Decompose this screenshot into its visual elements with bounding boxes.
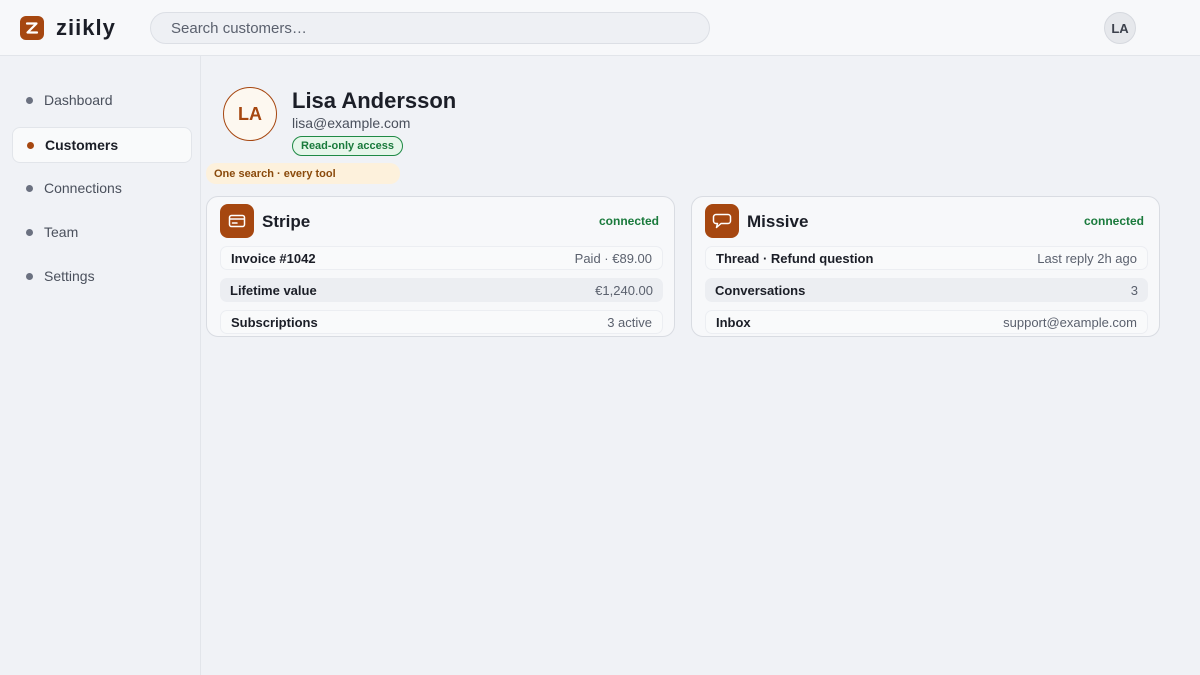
row-value: 3 <box>1130 282 1138 298</box>
row-label: Thread · Refund question <box>716 250 874 266</box>
row-label: Subscriptions <box>231 314 318 330</box>
row-label: Invoice #1042 <box>231 250 316 266</box>
row-label: Inbox <box>716 314 751 330</box>
sidebar-item-label: Dashboard <box>44 92 113 108</box>
bullet-icon <box>26 184 33 192</box>
sidebar-item-label: Customers <box>45 137 119 153</box>
logo-icon[interactable] <box>20 16 44 40</box>
customer-email: lisa@example.com <box>292 115 411 131</box>
bullet-icon <box>26 96 33 104</box>
card-row[interactable]: Subscriptions 3 active <box>220 310 663 334</box>
sidebar: Dashboard Customers Connections Team Set… <box>0 56 201 675</box>
access-badge: Read-only access <box>292 136 403 156</box>
bullet-icon <box>26 228 33 236</box>
sidebar-item-connections[interactable]: Connections <box>12 170 192 206</box>
stripe-card: Stripe connected Invoice #1042 Paid · €8… <box>206 196 675 337</box>
hint-pill: One search · every tool <box>206 163 400 184</box>
app-name[interactable]: ziikly <box>56 15 116 41</box>
card-row[interactable]: Lifetime value €1,240.00 <box>220 278 663 302</box>
row-value: Paid · €89.00 <box>574 250 652 266</box>
bullet-icon <box>27 141 34 149</box>
search-bar[interactable] <box>150 12 710 44</box>
sidebar-item-settings[interactable]: Settings <box>12 258 192 294</box>
chat-bubble-icon <box>705 204 739 238</box>
user-avatar[interactable]: LA <box>1104 12 1136 44</box>
bullet-icon <box>26 272 33 280</box>
search-input[interactable] <box>151 13 709 43</box>
connection-status: connected <box>598 214 659 228</box>
card-row[interactable]: Inbox support@example.com <box>705 310 1148 334</box>
row-value: 3 active <box>607 314 652 330</box>
card-icon <box>220 204 254 238</box>
sidebar-item-label: Settings <box>44 268 95 284</box>
sidebar-item-label: Connections <box>44 180 122 196</box>
row-value: €1,240.00 <box>595 282 653 298</box>
sidebar-item-label: Team <box>44 224 79 240</box>
card-row[interactable]: Conversations 3 <box>705 278 1148 302</box>
card-row[interactable]: Thread · Refund question Last reply 2h a… <box>705 246 1148 270</box>
sidebar-item-dashboard[interactable]: Dashboard <box>12 82 192 118</box>
customer-name: Lisa Andersson <box>292 88 457 113</box>
card-title: Stripe <box>262 212 311 231</box>
missive-card: Missive connected Thread · Refund questi… <box>691 196 1160 337</box>
connection-status: connected <box>1083 214 1144 228</box>
card-row[interactable]: Invoice #1042 Paid · €89.00 <box>220 246 663 270</box>
sidebar-item-team[interactable]: Team <box>12 214 192 250</box>
row-label: Conversations <box>715 282 806 298</box>
customer-avatar: LA <box>223 87 277 141</box>
row-label: Lifetime value <box>230 282 317 298</box>
row-value: Last reply 2h ago <box>1037 250 1137 266</box>
top-bar: ziikly LA <box>0 0 1200 56</box>
sidebar-item-customers[interactable]: Customers <box>12 127 192 163</box>
card-title: Missive <box>747 212 809 231</box>
row-value: support@example.com <box>1003 314 1137 330</box>
